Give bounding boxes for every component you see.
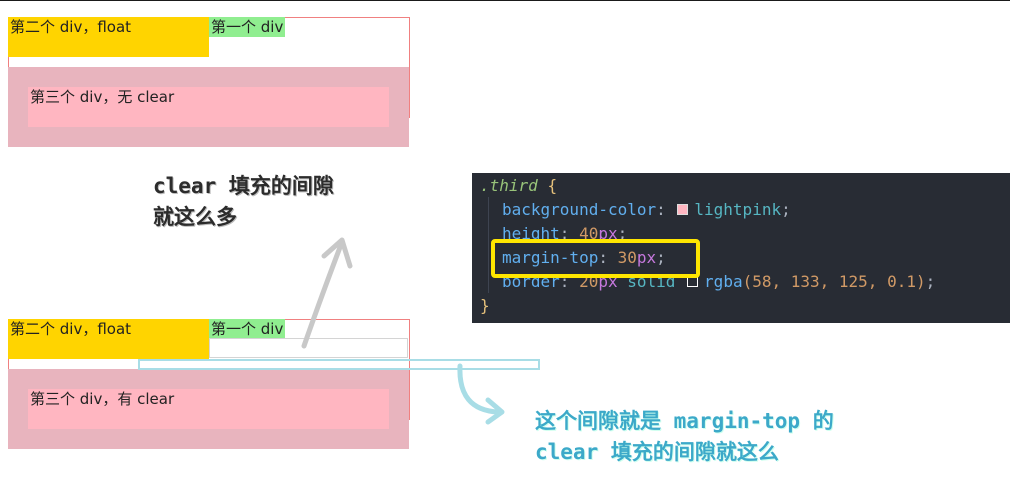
code-selector-line: .third { bbox=[480, 174, 557, 198]
demo1-third-div-label: 第三个 div，无 clear bbox=[30, 88, 175, 106]
code-close-brace: } bbox=[480, 296, 490, 315]
code-args: (58, 133, 125, 0.1) bbox=[742, 272, 926, 291]
code-prop: background-color bbox=[502, 200, 657, 219]
top-divider bbox=[0, 0, 1010, 1]
code-function: rgba bbox=[704, 272, 743, 291]
grey-arrow-icon bbox=[301, 237, 353, 349]
demo1-first-div-label: 第一个 div bbox=[211, 18, 284, 36]
demo1-third-div: 第三个 div，无 clear bbox=[28, 87, 389, 127]
note-margin-gap-line2: clear 填充的间隙就这么 bbox=[535, 440, 779, 464]
code-open-brace: { bbox=[547, 176, 558, 195]
color-swatch-icon bbox=[677, 204, 689, 215]
code-selector: .third bbox=[480, 176, 538, 195]
demo1-first-div: 第一个 div bbox=[209, 17, 286, 37]
note-clear-gap: clear 填充的间隙 就这么多 bbox=[153, 171, 334, 233]
demo2-first-div: 第一个 div bbox=[209, 319, 286, 339]
margin-top-highlight bbox=[491, 239, 700, 278]
code-line-background: background-color: lightpink; bbox=[502, 200, 791, 219]
demo1-float-div-label: 第二个 div，float bbox=[10, 18, 132, 36]
demo2-third-div-label: 第三个 div，有 clear bbox=[30, 390, 175, 408]
note-clear-gap-line2: 就这么多 bbox=[153, 205, 237, 229]
note-clear-gap-line1: clear 填充的间隙 bbox=[153, 174, 334, 198]
demo1-float-div: 第二个 div，float bbox=[8, 17, 209, 57]
demo2-float-div: 第二个 div，float bbox=[8, 319, 209, 359]
demo2-first-div-label: 第一个 div bbox=[211, 320, 284, 338]
indent-guide bbox=[488, 197, 489, 293]
note-margin-gap-line1: 这个间隙就是 margin-top 的 bbox=[535, 409, 834, 433]
code-close-line: } bbox=[480, 294, 490, 318]
note-margin-gap: 这个间隙就是 margin-top 的 clear 填充的间隙就这么 bbox=[535, 406, 834, 468]
demo2-float-div-label: 第二个 div，float bbox=[10, 320, 132, 338]
blue-arrow-icon bbox=[457, 363, 505, 425]
demo2-third-div: 第三个 div，有 clear bbox=[28, 389, 389, 429]
code-value: lightpink bbox=[694, 200, 782, 219]
